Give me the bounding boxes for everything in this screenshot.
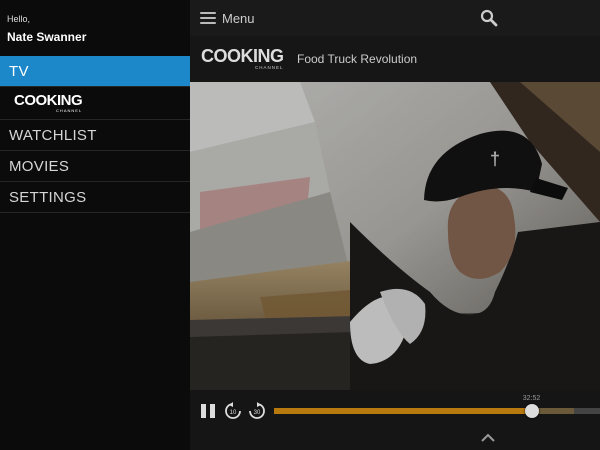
svg-text:30: 30: [254, 410, 261, 416]
rewind-icon[interactable]: 10: [224, 402, 242, 420]
sidebar-item-watchlist[interactable]: WATCHLIST: [0, 120, 190, 151]
username: Nate Swanner: [7, 30, 87, 44]
sidebar-item-cooking-channel[interactable]: COOKING CHANNEL: [0, 87, 190, 120]
sidebar-item-settings[interactable]: SETTINGS: [0, 182, 190, 213]
progress-fill: [274, 408, 532, 414]
hamburger-icon: [200, 12, 216, 24]
pause-icon[interactable]: [201, 404, 217, 418]
sidebar: Hello, Nate Swanner TV COOKING CHANNEL W…: [0, 0, 191, 450]
svg-text:10: 10: [230, 410, 237, 416]
menu-label: Menu: [222, 10, 255, 26]
cooking-channel-logo: COOKING CHANNEL: [14, 92, 83, 113]
sidebar-item-tv[interactable]: TV: [0, 56, 190, 87]
show-title: Food Truck Revolution: [297, 52, 418, 66]
cooking-channel-logo: COOKING CHANNEL: [201, 46, 284, 70]
menu-button[interactable]: Menu: [200, 9, 255, 27]
top-bar: Menu: [190, 0, 600, 36]
sidebar-nav: TV COOKING CHANNEL WATCHLIST MOVIES SETT…: [0, 56, 190, 213]
video-frame[interactable]: †: [190, 82, 600, 390]
time-label: 32:52: [522, 395, 541, 402]
search-icon[interactable]: [480, 9, 498, 27]
progress-bar[interactable]: 32:52: [274, 395, 600, 418]
main-content: Menu COOKING CHANNEL Food Truck Revoluti…: [190, 0, 600, 450]
greeting: Hello,: [7, 14, 31, 24]
forward-icon[interactable]: 30: [248, 402, 266, 420]
progress-thumb[interactable]: [524, 404, 539, 418]
show-header: COOKING CHANNEL Food Truck Revolution: [190, 36, 600, 82]
chevron-up-icon[interactable]: [480, 430, 496, 442]
player-controls: 10 30 32:52: [190, 390, 600, 450]
sidebar-item-movies[interactable]: MOVIES: [0, 151, 190, 182]
video-still-image: †: [190, 82, 600, 390]
